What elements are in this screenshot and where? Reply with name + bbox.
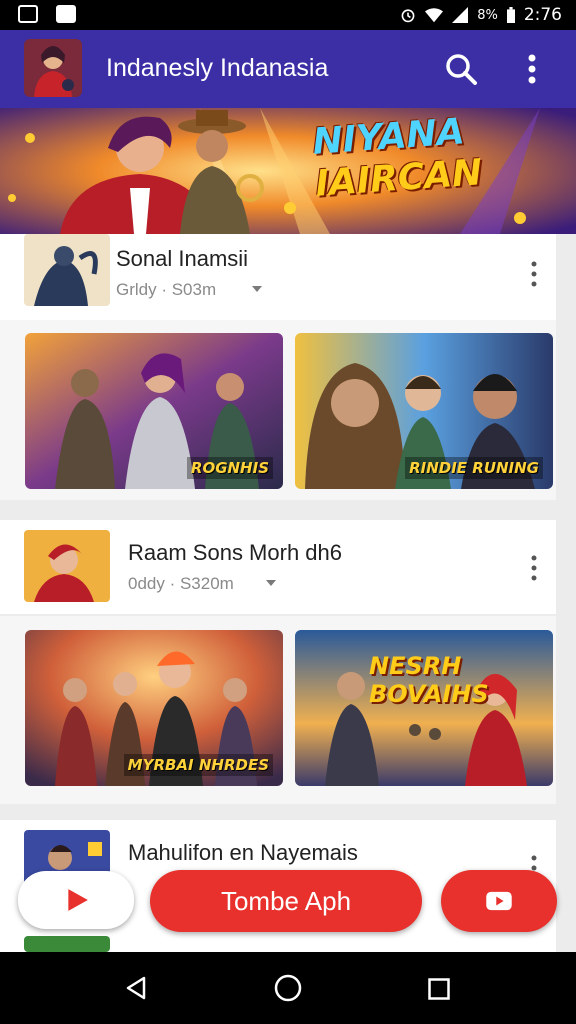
game-tile[interactable]: NESRH BOVAIHS <box>295 630 553 786</box>
clock: 2:76 <box>523 5 562 25</box>
wifi-icon <box>425 8 444 23</box>
home-icon[interactable] <box>274 974 302 1002</box>
item-title: Raam Sons Morh dh6 <box>128 540 342 565</box>
signal-icon <box>452 7 469 23</box>
item-title: Mahulifon en Nayemais <box>128 840 358 865</box>
more-vert-icon[interactable] <box>529 554 539 582</box>
battery-icon <box>506 7 515 23</box>
list-item[interactable]: Sonal Inamsii Grldy · S03m <box>0 234 556 320</box>
list-item[interactable]: Raam Sons Morh dh6 0ddy · S320m <box>0 520 556 614</box>
back-icon[interactable] <box>124 976 148 1000</box>
app-title: Indanesly Indanasia <box>106 54 329 82</box>
chevron-down-icon[interactable] <box>266 580 276 586</box>
tile-label: MYRBAI NHRDES <box>123 754 273 776</box>
game-tile[interactable]: ROGNHIS <box>25 333 283 489</box>
tile-label: NESRH BOVAIHS <box>369 652 489 708</box>
play-icon <box>68 889 88 911</box>
more-vert-icon[interactable] <box>529 260 539 288</box>
item-thumbnail <box>24 530 110 602</box>
status-bar: 8% 2:76 <box>0 0 576 30</box>
game-tile[interactable]: MYRBAI NHRDES <box>25 630 283 786</box>
video-icon <box>486 891 512 911</box>
item-title: Sonal Inamsii <box>116 246 249 271</box>
youtube-button[interactable] <box>18 871 134 929</box>
more-vert-icon[interactable] <box>522 50 542 88</box>
search-icon[interactable] <box>444 52 478 86</box>
chevron-down-icon[interactable] <box>252 286 262 292</box>
item-meta: Grldy · S03m <box>116 280 217 299</box>
tile-row: ROGNHIS RINDIE RUNING <box>0 320 556 500</box>
app-bar: Indanesly Indanasia <box>0 30 576 108</box>
banner-title: NIYANA IAIRCAN <box>311 110 483 205</box>
item-thumbnail <box>24 936 110 952</box>
notification-icon <box>56 5 76 23</box>
tile-row: MYRBAI NHRDES NESRH BOVAIHS <box>0 616 556 804</box>
tile-label: RINDIE RUNING <box>405 457 543 479</box>
download-apk-button[interactable]: Tombe Aph <box>150 870 422 932</box>
game-tile[interactable]: RINDIE RUNING <box>295 333 553 489</box>
featured-banner[interactable]: NIYANA IAIRCAN <box>0 108 576 234</box>
recents-icon[interactable] <box>428 978 450 1000</box>
battery-percent: 8% <box>477 7 498 23</box>
video-button[interactable] <box>441 870 557 932</box>
app-logo <box>24 39 82 97</box>
navigation-bar <box>0 952 576 1024</box>
tile-label: ROGNHIS <box>186 457 273 479</box>
gallery-icon <box>18 5 38 23</box>
alarm-icon <box>401 9 415 23</box>
item-meta: 0ddy · S320m <box>128 574 234 593</box>
item-thumbnail <box>24 234 110 306</box>
